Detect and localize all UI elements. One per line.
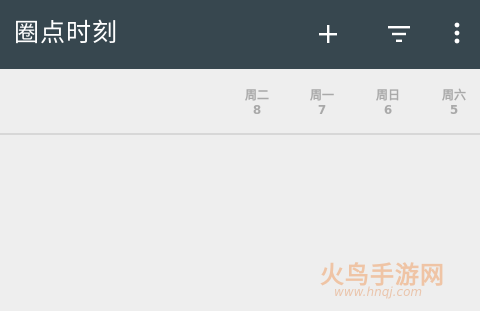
plus-icon	[319, 25, 337, 43]
day-name: 周六	[441, 88, 466, 102]
day-column-mon[interactable]: 周一 7	[302, 87, 342, 117]
day-column-sun[interactable]: 周日 6	[368, 87, 408, 117]
day-number: 8	[252, 103, 262, 117]
day-name: 周一	[309, 88, 334, 102]
watermark: 火鸟手游网 www.hnqj.com	[320, 255, 470, 305]
day-header-row: 周二 8 周一 7 周日 6 周六 5	[0, 69, 480, 133]
more-vert-icon	[454, 22, 460, 44]
day-name: 周二	[244, 88, 269, 102]
content-area: 火鸟手游网 www.hnqj.com	[0, 135, 480, 311]
add-button[interactable]	[306, 12, 350, 56]
day-column-sat[interactable]: 周六 5	[434, 87, 474, 117]
app-window: 圈点时刻 周二 8 周一 7 周日 6 周六 5 火鸟手游网 www.hnqj.…	[0, 0, 480, 311]
day-number: 5	[449, 103, 459, 117]
day-number: 7	[317, 103, 327, 117]
day-name: 周日	[375, 88, 400, 102]
app-title: 圈点时刻	[14, 18, 119, 47]
filter-button[interactable]	[378, 12, 422, 56]
filter-icon	[388, 26, 410, 42]
day-column-tue[interactable]: 周二 8	[237, 87, 277, 117]
day-number: 6	[383, 103, 393, 117]
more-options-button[interactable]	[436, 12, 480, 56]
watermark-url: www.hnqj.com	[334, 285, 423, 299]
app-toolbar: 圈点时刻	[0, 0, 480, 69]
